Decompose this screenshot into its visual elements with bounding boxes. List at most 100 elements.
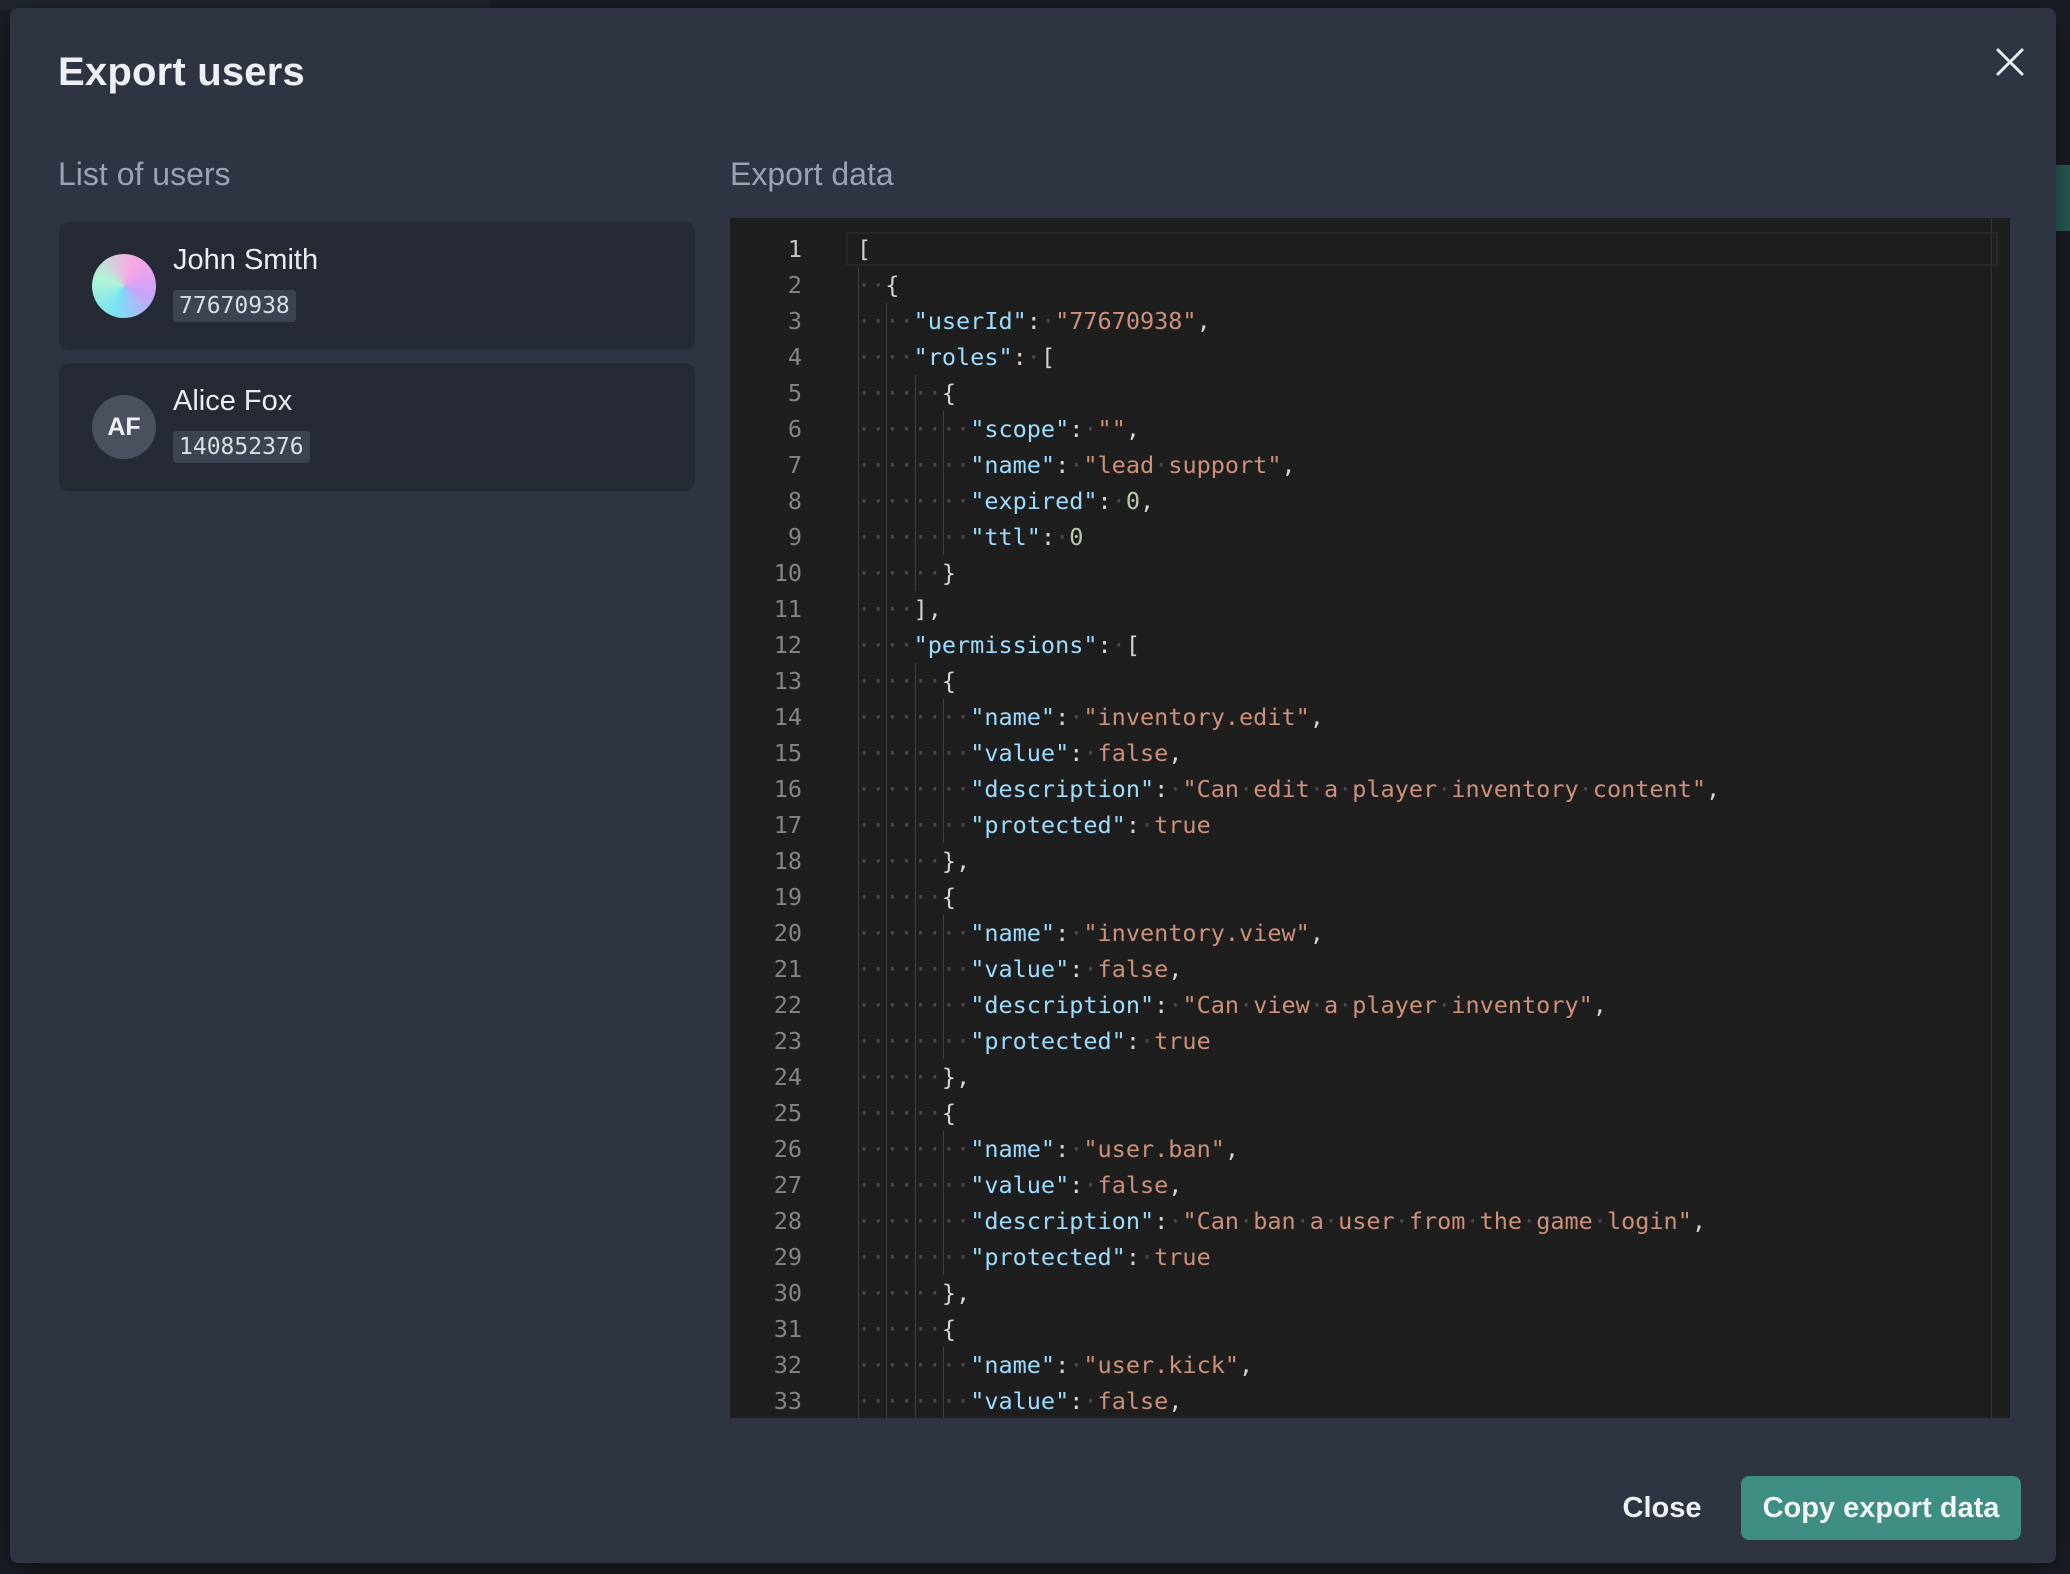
code-line[interactable]: ······{ [857, 663, 956, 699]
line-number: 2 [787, 271, 802, 299]
indent-guide [858, 1275, 859, 1311]
indent-guide [914, 519, 916, 555]
code-line[interactable]: ······}, [857, 1059, 970, 1095]
indent-guide [914, 771, 916, 807]
line-number: 33 [773, 1387, 802, 1415]
user-id-badge: 77670938 [173, 290, 296, 322]
code-line[interactable]: ········"value":·false, [857, 1167, 1182, 1203]
code-line[interactable]: ······{ [857, 879, 956, 915]
indent-guide [858, 1167, 859, 1203]
code-line[interactable]: ········"value":·false, [857, 951, 1182, 987]
indent-guide [858, 591, 859, 627]
indent-guide [942, 411, 944, 447]
indent-guide [886, 663, 888, 699]
code-line[interactable]: ········"ttl":·0 [857, 519, 1083, 555]
indent-guide [886, 771, 888, 807]
line-number: 16 [773, 775, 802, 803]
user-card-john-smith[interactable]: John Smith 77670938 [59, 222, 695, 350]
code-line[interactable]: ········"description":·"Can·edit·a·playe… [857, 771, 1720, 807]
code-line[interactable]: ········"value":·false, [857, 735, 1182, 771]
code-line[interactable]: ····"permissions":·[ [857, 627, 1140, 663]
code-line[interactable]: ······}, [857, 1275, 970, 1311]
indent-guide [914, 1311, 916, 1347]
indent-guide [858, 339, 859, 375]
code-content[interactable]: [··{····"userId":·"77670938", ····"roles"… [857, 218, 2010, 1418]
code-line[interactable]: ········"value":·false, [857, 1383, 1182, 1418]
indent-guide [858, 303, 859, 339]
code-line[interactable]: ········"name":·"lead·support", [857, 447, 1296, 483]
code-line[interactable]: ········"expired":·0, [857, 483, 1154, 519]
user-name: Alice Fox [173, 385, 293, 417]
indent-guide [858, 1311, 859, 1347]
indent-guide [942, 735, 944, 771]
line-number: 12 [773, 631, 802, 659]
indent-guide [886, 735, 888, 771]
line-number: 5 [787, 379, 802, 407]
close-icon[interactable] [1980, 32, 2040, 92]
line-number: 1 [787, 235, 802, 263]
line-number: 9 [787, 523, 802, 551]
close-button[interactable]: Close [1600, 1476, 1724, 1540]
indent-guide [886, 987, 888, 1023]
code-line[interactable]: ········"protected":·true [857, 807, 1211, 843]
indent-guide [914, 411, 916, 447]
export-section-label: Export data [730, 156, 894, 192]
line-number: 29 [773, 1243, 802, 1271]
code-line[interactable]: ··{ [857, 267, 899, 303]
indent-guide [914, 447, 916, 483]
indent-guide [886, 951, 888, 987]
line-number: 18 [773, 847, 802, 875]
indent-guide [886, 807, 888, 843]
indent-guide [942, 1203, 944, 1239]
users-section-label: List of users [58, 156, 231, 192]
code-line[interactable]: ······}, [857, 843, 970, 879]
code-line[interactable]: ········"name":·"user.kick", [857, 1347, 1253, 1383]
code-line[interactable]: ······} [857, 555, 956, 591]
code-line[interactable]: ····"userId":·"77670938", [857, 303, 1211, 339]
indent-guide [886, 627, 888, 663]
indent-guide [858, 627, 859, 663]
code-line[interactable]: [ [857, 231, 871, 267]
indent-guide [886, 1347, 888, 1383]
indent-guide [914, 807, 916, 843]
code-line[interactable]: ········"scope":·"", [857, 411, 1140, 447]
editor-scrollbar-track[interactable] [1991, 218, 1992, 1418]
indent-guide [886, 1203, 888, 1239]
indent-guide [886, 483, 888, 519]
indent-guide [914, 1131, 916, 1167]
code-line[interactable]: ········"name":·"inventory.view", [857, 915, 1324, 951]
code-line[interactable]: ········"name":·"inventory.edit", [857, 699, 1324, 735]
indent-guide [858, 411, 859, 447]
copy-export-data-button[interactable]: Copy export data [1741, 1476, 2021, 1540]
line-number-gutter: 1 2 3 4 5 6 7 8 9 10 11 12 13 14 15 16 17 18 19 20 21 22 23 24 2… [730, 218, 802, 1418]
indent-guide [914, 951, 916, 987]
dialog-title: Export users [58, 50, 305, 94]
code-line[interactable]: ······{ [857, 1311, 956, 1347]
line-number: 28 [773, 1207, 802, 1235]
code-line[interactable]: ········"description":·"Can·ban·a·user·f… [857, 1203, 1706, 1239]
line-number: 15 [773, 739, 802, 767]
code-line[interactable]: ········"protected":·true [857, 1239, 1211, 1275]
indent-guide [886, 1131, 888, 1167]
code-line[interactable]: ········"description":·"Can·view·a·playe… [857, 987, 1607, 1023]
export-data-code-editor[interactable]: 1 2 3 4 5 6 7 8 9 10 11 12 13 14 15 16 17 18 19 20 21 22 23 24 2… [730, 218, 2010, 1418]
indent-guide [858, 951, 859, 987]
code-line[interactable]: ······{ [857, 375, 956, 411]
user-card-alice-fox[interactable]: AF Alice Fox 140852376 [59, 363, 695, 491]
indent-guide [886, 1383, 888, 1418]
indent-guide [858, 375, 859, 411]
indent-guide [858, 1347, 859, 1383]
line-number: 3 [787, 307, 802, 335]
code-line[interactable]: ····], [857, 591, 942, 627]
indent-guide [886, 591, 888, 627]
indent-guide [942, 1383, 944, 1418]
code-line[interactable]: ········"protected":·true [857, 1023, 1211, 1059]
indent-guide [914, 1275, 916, 1311]
indent-guide [914, 1095, 916, 1131]
user-name: John Smith [173, 244, 319, 276]
indent-guide [942, 807, 944, 843]
code-line[interactable]: ······{ [857, 1095, 956, 1131]
indent-guide [942, 519, 944, 555]
indent-guide [914, 843, 916, 879]
indent-guide [914, 915, 916, 951]
